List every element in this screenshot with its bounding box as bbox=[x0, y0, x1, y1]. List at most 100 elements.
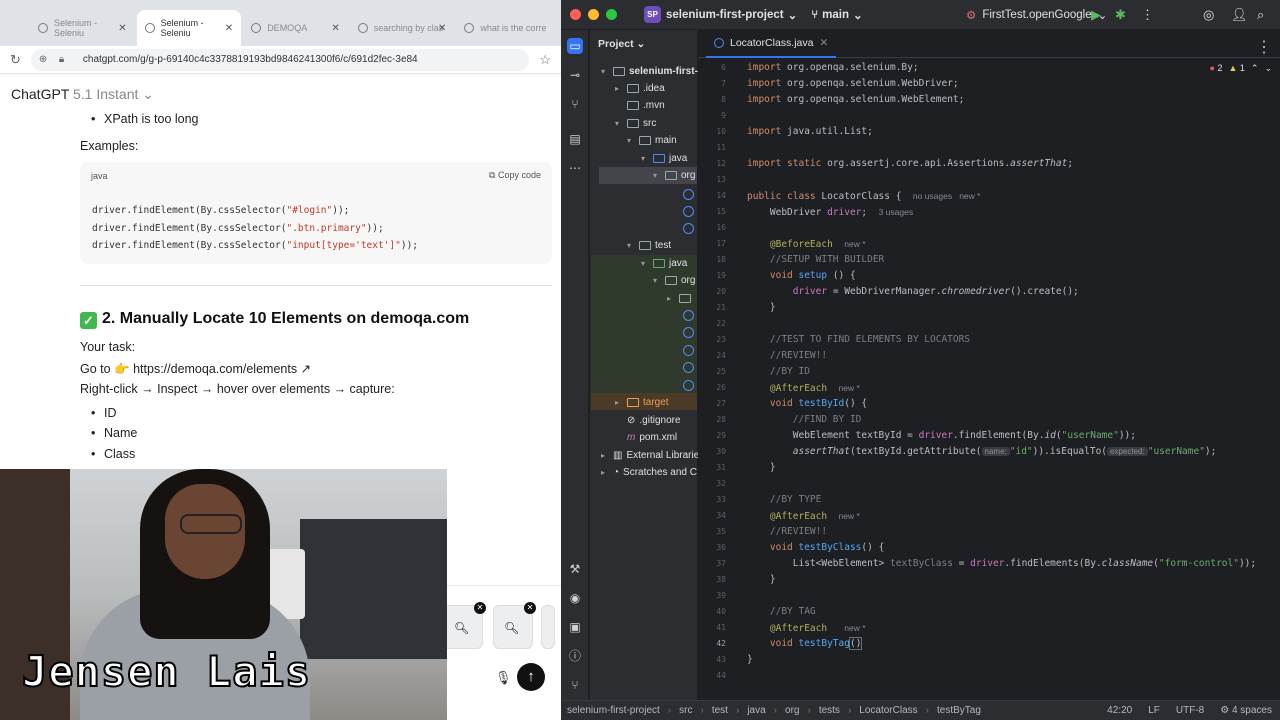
tree-item-class[interactable] bbox=[683, 203, 694, 220]
close-tab-icon[interactable]: ✕ bbox=[225, 23, 233, 34]
browser-tab[interactable]: DEMOQA ✕ bbox=[243, 10, 348, 46]
tree-item-external-libraries[interactable]: ▸ ▥ External Librarie bbox=[601, 447, 699, 464]
code-editor[interactable]: LocatorClass.java ✕ ⋮ ● 2 ▲ 1 ⌃ ⌄ 6 7 8 9 10 1… bbox=[698, 30, 1280, 700]
breadcrumb-item[interactable]: tests bbox=[819, 705, 840, 716]
tree-item-test-org[interactable]: ▾ org bbox=[653, 272, 695, 289]
tree-item-package[interactable]: ▸ bbox=[667, 290, 691, 307]
tree-item-class[interactable] bbox=[683, 307, 694, 324]
caret-position[interactable]: 42:20 bbox=[1107, 705, 1132, 716]
site-settings-icon[interactable]: ⊕ bbox=[39, 54, 47, 65]
hammer-icon[interactable]: ⚒ bbox=[567, 561, 583, 577]
close-icon[interactable]: ✕ bbox=[819, 37, 828, 49]
remove-attachment-icon[interactable]: ✕ bbox=[524, 602, 536, 614]
usage-hint[interactable]: new * bbox=[839, 511, 860, 521]
project-folder-icon[interactable]: ▭ bbox=[567, 38, 583, 54]
bookmark-star-icon[interactable]: ☆ bbox=[539, 52, 551, 68]
breadcrumb-item[interactable]: selenium-first-project bbox=[567, 705, 660, 716]
structure-icon[interactable]: ▤ bbox=[567, 131, 583, 147]
tree-item-class[interactable] bbox=[683, 342, 694, 359]
tree-item-main-org[interactable]: ▾ org bbox=[653, 167, 695, 184]
close-tab-icon[interactable]: ✕ bbox=[438, 23, 446, 34]
branch-selector[interactable]: ⑂ main ⌄ bbox=[811, 8, 862, 22]
breadcrumb-item[interactable]: src bbox=[679, 705, 692, 716]
search-icon[interactable]: ⌕ bbox=[1257, 7, 1264, 23]
url-field[interactable]: ⊕ 🔒︎ chatgpt.com/g/g-p-69140c4c337881919… bbox=[30, 48, 530, 71]
demoqa-link[interactable]: https://demoqa.com/elements ↗ bbox=[133, 362, 311, 376]
tree-item-gitignore[interactable]: ⊘ .gitignore bbox=[615, 412, 681, 429]
usage-hint[interactable]: new * bbox=[844, 239, 865, 249]
code-line: //BY ID bbox=[747, 366, 810, 377]
microphone-icon[interactable]: 🎙︎ bbox=[495, 670, 512, 686]
line-number: 9 bbox=[721, 111, 726, 120]
line-separator[interactable]: LF bbox=[1148, 705, 1160, 716]
project-panel-title[interactable]: Project ⌄ bbox=[598, 38, 645, 50]
editor-tab[interactable]: LocatorClass.java ✕ bbox=[706, 30, 837, 58]
chatgpt-model-selector[interactable]: ChatGPT 5.1 Instant ⌄ bbox=[11, 86, 154, 103]
breadcrumb-item[interactable]: java bbox=[747, 705, 765, 716]
chevron-down-icon[interactable]: ⌄ bbox=[1264, 63, 1272, 74]
inspection-widget[interactable]: ● 2 ▲ 1 ⌃ ⌄ bbox=[1209, 63, 1272, 74]
usage-hint[interactable]: new * bbox=[839, 383, 860, 393]
close-tab-icon[interactable]: ✕ bbox=[331, 23, 339, 34]
chevron-up-icon[interactable]: ⌃ bbox=[1251, 63, 1259, 74]
debug-icon[interactable]: ✱ bbox=[1115, 7, 1126, 23]
close-window-button[interactable] bbox=[570, 9, 581, 20]
breadcrumb-item[interactable]: testByTag bbox=[937, 705, 981, 716]
indent-setting[interactable]: ⚙ 4 spaces bbox=[1220, 705, 1272, 716]
problems-icon[interactable]: ⓘ bbox=[567, 648, 583, 664]
tree-item-main[interactable]: ▾ main bbox=[627, 132, 677, 149]
attachment-thumbnail[interactable] bbox=[541, 605, 555, 649]
send-button[interactable]: ↑ bbox=[517, 663, 545, 691]
browser-tab[interactable]: searching by clas ✕ bbox=[350, 10, 455, 46]
tree-item-idea[interactable]: ▸ .idea bbox=[615, 80, 665, 97]
project-selector[interactable]: selenium-first-project ⌄ bbox=[666, 8, 797, 22]
usage-hint[interactable]: 3 usages bbox=[879, 207, 914, 217]
tree-item-test-java[interactable]: ▾ java bbox=[641, 255, 687, 272]
tree-item-class[interactable] bbox=[683, 377, 694, 394]
more-tabs-icon[interactable]: ⋮ bbox=[1256, 37, 1272, 57]
minimize-window-button[interactable] bbox=[588, 9, 599, 20]
account-icon[interactable]: 👤︎ bbox=[1231, 7, 1248, 23]
terminal-icon[interactable]: ▣ bbox=[567, 619, 583, 635]
close-tab-icon[interactable]: ✕ bbox=[118, 23, 126, 34]
more-tools-icon[interactable]: ⋯ bbox=[567, 160, 583, 176]
tree-item-src[interactable]: ▾ src bbox=[615, 115, 656, 132]
attachment-thumbnail[interactable]: ✕ 🔍︎ bbox=[443, 602, 486, 649]
zoom-window-button[interactable] bbox=[606, 9, 617, 20]
tree-item-class[interactable] bbox=[683, 220, 694, 237]
tree-item-class[interactable] bbox=[683, 324, 694, 341]
breadcrumb-item[interactable]: LocatorClass bbox=[859, 705, 917, 716]
ai-assistant-icon[interactable]: ◎ bbox=[1203, 7, 1214, 23]
chevron-right-icon: ▸ bbox=[615, 84, 620, 93]
browser-tab[interactable]: what is the corre bbox=[456, 10, 561, 46]
breadcrumb-item[interactable]: org bbox=[785, 705, 799, 716]
run-icon[interactable]: ▶ bbox=[1091, 7, 1101, 23]
code-text: )); bbox=[366, 222, 384, 234]
breadcrumb-item[interactable]: test bbox=[712, 705, 728, 716]
reload-icon[interactable]: ↻ bbox=[10, 52, 21, 68]
browser-tab-active[interactable]: Selenium - Seleniu ✕ bbox=[136, 10, 242, 46]
commit-icon[interactable]: ⊸ bbox=[567, 67, 583, 83]
tree-item-class[interactable] bbox=[683, 359, 694, 376]
tree-item-test[interactable]: ▾ test bbox=[627, 237, 671, 254]
more-actions-icon[interactable]: ⋮ bbox=[1141, 7, 1154, 23]
pull-requests-icon[interactable]: ⑂ bbox=[567, 96, 583, 112]
services-icon[interactable]: ◉ bbox=[567, 590, 583, 606]
run-configuration-selector[interactable]: ⚙ FirstTest.openGoogle ⌄ bbox=[966, 8, 1107, 22]
tree-item-root[interactable]: ▾ selenium-first-p bbox=[601, 63, 704, 80]
usage-hint[interactable]: no usages new * bbox=[913, 191, 981, 201]
usage-hint[interactable]: new * bbox=[844, 623, 865, 633]
attachment-thumbnail[interactable]: ✕ 🔍︎ bbox=[493, 602, 536, 649]
copy-code-button[interactable]: ⧉ Copy code bbox=[489, 170, 541, 181]
tree-item-target[interactable]: ▸ target bbox=[615, 394, 669, 411]
file-encoding[interactable]: UTF-8 bbox=[1176, 705, 1204, 716]
tree-item-mvn[interactable]: .mvn bbox=[615, 97, 665, 114]
breadcrumb-separator: › bbox=[925, 705, 929, 716]
remove-attachment-icon[interactable]: ✕ bbox=[474, 602, 486, 614]
git-icon[interactable]: ⑂ bbox=[567, 677, 583, 693]
tree-item-scratches[interactable]: ▸ ◔ Scratches and C bbox=[601, 464, 697, 481]
browser-tab[interactable]: Selenium - Seleniu ✕ bbox=[30, 10, 135, 46]
tree-item-pom[interactable]: m pom.xml bbox=[615, 429, 677, 446]
tree-item-class[interactable] bbox=[683, 186, 694, 203]
tree-item-main-java[interactable]: ▾ java bbox=[641, 150, 687, 167]
